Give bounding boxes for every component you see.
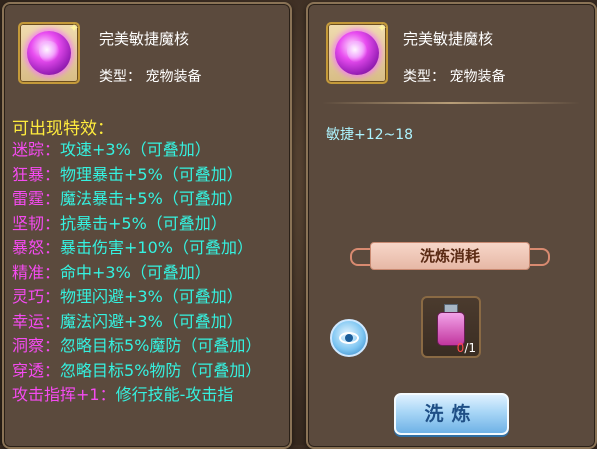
header-divider — [322, 102, 580, 104]
sparkle-icon: ✦ — [68, 21, 80, 35]
effect-name: 坚韧： — [12, 213, 61, 233]
effect-name: 狂暴： — [12, 164, 61, 184]
cost-banner: 洗炼消耗 — [350, 240, 550, 270]
preview-eye-button[interactable] — [330, 319, 368, 357]
effect-row: 灵巧：物理闪避+3%（可叠加） — [12, 285, 290, 310]
effect-name: 穿透： — [12, 360, 61, 380]
effect-row: 暴怒：暴击伤害+10%（可叠加） — [12, 236, 290, 261]
item-icon-frame[interactable]: ✦ — [326, 22, 388, 84]
item-tooltip-panel: ✦ 完美敏捷魔核 类型： 宠物装备 可出现特效： 迷踪：攻速+3%（可叠加） 狂暴… — [2, 2, 292, 449]
banner-left-ornament — [350, 248, 372, 266]
material-slot[interactable]: 0/1 — [421, 296, 481, 358]
effect-name: 精准： — [12, 262, 61, 282]
refine-button[interactable]: 洗炼 — [394, 393, 509, 435]
material-count: 0/1 — [457, 341, 476, 355]
effect-name: 暴怒： — [12, 238, 61, 257]
cost-title: 洗炼消耗 — [370, 242, 530, 270]
item-type: 类型： 宠物装备 — [99, 69, 202, 85]
banner-right-ornament — [528, 248, 550, 266]
effect-list: 迷踪：攻速+3%（可叠加） 狂暴：物理暴击+5%（可叠加） 雷霆：魔法暴击+5%（可… — [12, 138, 290, 408]
item-name: 完美敏捷魔核 — [403, 30, 494, 48]
effect-name: 雷霆： — [12, 189, 61, 208]
item-type: 类型： 宠物装备 — [403, 69, 506, 85]
effect-row: 幸运：魔法闪避+3%（可叠加） — [12, 310, 290, 335]
effect-description: 魔法闪避+3%（可叠加） — [60, 311, 243, 331]
effect-row: 精准：命中+3%（可叠加） — [12, 261, 290, 286]
effect-row: 穿透：忽略目标5%物防（可叠加） — [12, 359, 290, 384]
effect-name: 洞察： — [12, 336, 61, 355]
effect-description: 忽略目标5%魔防（可叠加） — [60, 336, 262, 355]
effect-description: 攻速+3%（可叠加） — [60, 140, 211, 159]
effect-row: 坚韧：抗暴击+5%（可叠加） — [12, 212, 290, 237]
base-stat-line: 敏捷+12~18 — [326, 127, 414, 143]
effect-description: 暴击伤害+10%（可叠加） — [60, 238, 253, 257]
effect-description: 抗暴击+5%（可叠加） — [60, 213, 227, 233]
effect-row: 攻击指挥+1：修行技能-攻击指 — [12, 383, 290, 408]
magic-core-orb-icon — [27, 31, 71, 75]
effect-description: 修行技能-攻击指 — [115, 385, 234, 404]
effect-description: 物理闪避+3%（可叠加） — [60, 287, 243, 306]
potion-bottle-icon — [437, 304, 465, 346]
effect-name: 攻击指挥+1： — [12, 385, 116, 404]
effect-row: 狂暴：物理暴击+5%（可叠加） — [12, 163, 290, 188]
effect-name: 迷踪： — [12, 140, 61, 159]
effect-name: 灵巧： — [12, 287, 61, 306]
item-name: 完美敏捷魔核 — [99, 30, 190, 48]
effect-description: 忽略目标5%物防（可叠加） — [60, 360, 262, 380]
effect-row: 洞察：忽略目标5%魔防（可叠加） — [12, 334, 290, 359]
material-count-required: /1 — [464, 341, 476, 355]
refine-panel: ✦ 完美敏捷魔核 类型： 宠物装备 敏捷+12~18 洗炼消耗 0/1 洗炼 — [306, 2, 597, 449]
effect-row: 雷霆：魔法暴击+5%（可叠加） — [12, 187, 290, 212]
effects-title: 可出现特效： — [12, 119, 114, 139]
effect-description: 命中+3%（可叠加） — [60, 262, 211, 282]
effect-name: 幸运： — [12, 311, 61, 331]
effect-description: 魔法暴击+5%（可叠加） — [60, 189, 243, 208]
sparkle-icon: ✦ — [376, 21, 388, 35]
effect-description: 物理暴击+5%（可叠加） — [60, 164, 243, 184]
magic-core-orb-icon — [335, 31, 379, 75]
effect-row: 迷踪：攻速+3%（可叠加） — [12, 138, 290, 163]
item-icon-frame: ✦ — [18, 22, 80, 84]
